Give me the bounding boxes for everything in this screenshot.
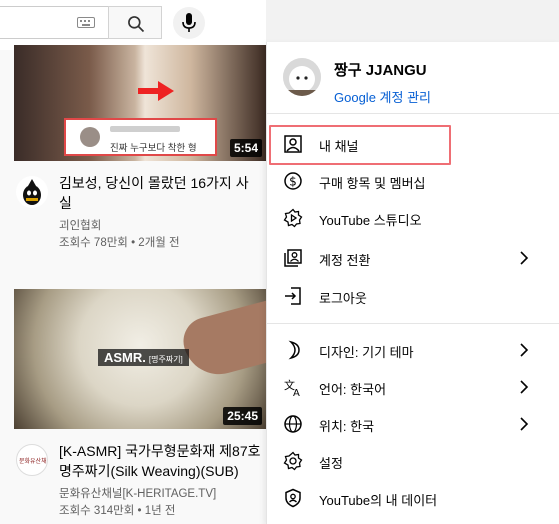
voice-search-button[interactable]	[173, 7, 205, 39]
channel-name[interactable]: 문화유산채널[K-HERITAGE.TV]	[59, 486, 216, 503]
menu-item-label: 계정 전환	[319, 253, 371, 268]
gear-play-icon	[283, 208, 303, 228]
channel-name[interactable]: 괴인협회	[59, 218, 101, 235]
menu-item-purchases[interactable]: $ 구매 항목 및 멤버십	[267, 163, 559, 199]
channel-avatar[interactable]	[16, 176, 48, 208]
search-icon	[128, 16, 145, 33]
menu-item-studio[interactable]: YouTube 스튜디오	[267, 200, 559, 236]
menu-item-switch-account[interactable]: 계정 전환	[267, 240, 559, 276]
moon-icon	[288, 340, 300, 360]
video-meta: 조회수 78만회 • 2개월 전	[59, 237, 180, 249]
video-duration: 5:54	[229, 139, 262, 157]
channel-logo-icon	[23, 179, 41, 205]
thumbnail-asmr-label: ASMR. [명주짜기]	[98, 349, 189, 366]
chevron-right-icon	[520, 343, 529, 357]
logout-icon	[285, 287, 301, 305]
account-menu: 짱구 JJANGU Google 계정 관리 내 채널 $ 구매 항목 및 멤버…	[266, 42, 559, 524]
menu-item-logout[interactable]: 로그아웃	[267, 278, 559, 314]
menu-avatar	[283, 58, 321, 96]
blurred-text	[110, 126, 180, 132]
video-meta: 조회수 314만회 • 1년 전	[59, 505, 176, 517]
menu-item-your-data[interactable]: YouTube의 내 데이터	[267, 480, 559, 516]
video-title[interactable]: [K-ASMR] 국가무형문화재 제87호 명주짜기(Silk Weaving)…	[59, 441, 264, 481]
avatar-dog-image	[283, 58, 321, 96]
chevron-right-icon	[520, 417, 529, 431]
menu-item-label: 디자인: 기기 테마	[319, 345, 414, 360]
menu-item-label: YouTube의 내 데이터	[319, 493, 438, 508]
menu-item-label: 로그아웃	[319, 291, 367, 306]
video-duration: 25:45	[223, 407, 262, 425]
hand-image	[178, 295, 266, 383]
account-header: 짱구 JJANGU Google 계정 관리	[267, 42, 559, 114]
menu-item-label: 위치: 한국	[319, 419, 375, 434]
highlight-box	[269, 125, 451, 165]
arrow-right-icon	[138, 81, 174, 101]
manage-account-link[interactable]: Google 계정 관리	[334, 87, 431, 106]
chevron-right-icon	[520, 380, 529, 394]
channel-avatar[interactable]: 문화유산채널	[16, 444, 48, 476]
overlay-avatar	[80, 127, 100, 147]
mic-icon	[182, 13, 196, 32]
menu-divider	[267, 323, 559, 324]
keyboard-icon[interactable]	[77, 17, 95, 28]
globe-icon	[284, 415, 302, 433]
menu-item-language[interactable]: 文A 언어: 한국어	[267, 369, 559, 405]
gear-icon	[283, 451, 303, 471]
menu-item-label: 언어: 한국어	[319, 382, 387, 397]
video-thumbnail[interactable]: 진짜 누구보다 착한 형 5:54	[14, 45, 266, 161]
user-name: 짱구 JJANGU	[334, 62, 427, 79]
search-input[interactable]	[0, 6, 108, 39]
menu-item-location[interactable]: 위치: 한국	[267, 406, 559, 442]
menu-item-label: 구매 항목 및 멤버십	[319, 176, 426, 191]
menu-item-settings[interactable]: 설정	[267, 443, 559, 479]
video-title[interactable]: 김보성, 당신이 몰랐던 16가지 사실	[59, 173, 259, 213]
svg-text:A: A	[293, 388, 300, 397]
menu-item-appearance[interactable]: 디자인: 기기 테마	[267, 332, 559, 368]
overlay-text: 진짜 누구보다 착한 형	[110, 143, 197, 154]
chevron-right-icon	[520, 251, 529, 265]
dollar-circle-icon: $	[284, 172, 302, 190]
search-button[interactable]	[108, 6, 162, 39]
menu-item-label: 설정	[319, 456, 343, 471]
video-thumbnail[interactable]: ASMR. [명주짜기] 25:45	[14, 289, 266, 429]
translate-icon: 文A	[284, 378, 300, 397]
channel-logo-text: 문화유산채널	[19, 459, 47, 465]
svg-text:$: $	[289, 175, 297, 189]
menu-item-label: YouTube 스튜디오	[319, 213, 422, 228]
shield-person-icon	[285, 488, 301, 508]
switch-account-icon	[284, 249, 302, 267]
thumbnail-overlay-card: 진짜 누구보다 착한 형	[64, 118, 217, 156]
